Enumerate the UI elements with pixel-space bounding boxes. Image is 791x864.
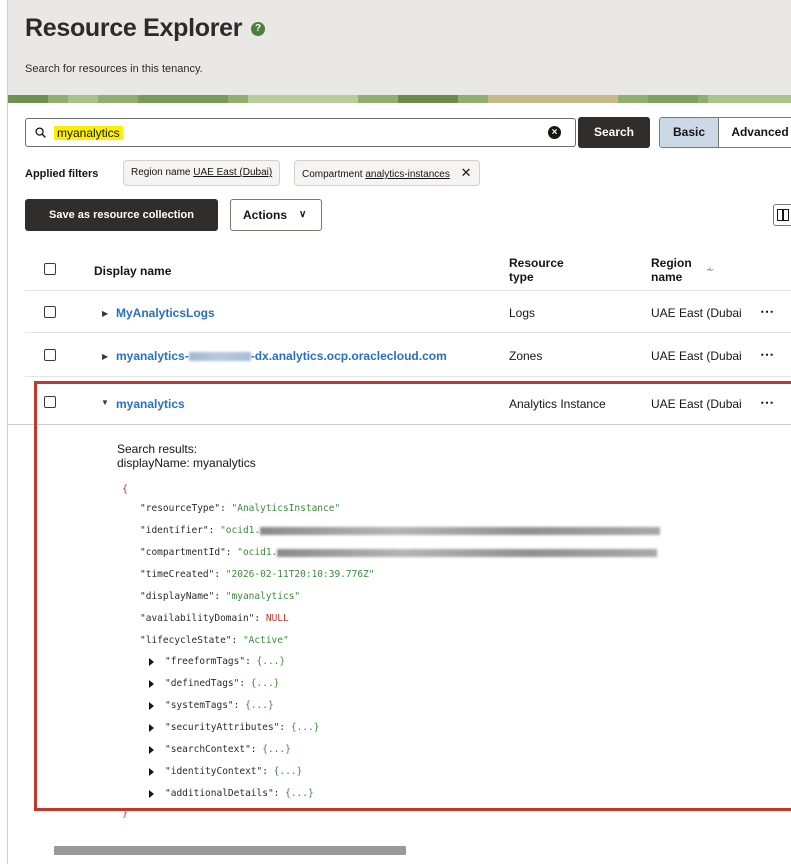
clear-icon[interactable]: × bbox=[548, 126, 561, 139]
search-results-title: Search results: bbox=[117, 442, 198, 456]
filter-chip-compartment[interactable]: Compartment analytics-instances ✕ bbox=[294, 160, 480, 186]
json-field: "displayName": "myanalytics" bbox=[140, 591, 301, 602]
search-results-display-name: displayName: myanalytics bbox=[117, 456, 256, 470]
region-cell: UAE East (Dubai bbox=[651, 349, 742, 363]
json-collapsed-field[interactable]: "definedTags": {...} bbox=[165, 678, 279, 689]
decorative-banner bbox=[8, 95, 791, 103]
filter-chip-region[interactable]: Region name UAE East (Dubai) bbox=[123, 160, 281, 186]
column-header-display-name[interactable]: Display name bbox=[94, 264, 171, 278]
expand-node-icon[interactable] bbox=[149, 658, 154, 666]
json-close-brace: } bbox=[122, 808, 129, 819]
chevron-down-icon: ∨ bbox=[299, 209, 307, 220]
filter-chip-value[interactable]: UAE East (Dubai) bbox=[193, 167, 272, 178]
json-field: "compartmentId": "ocid1. bbox=[140, 547, 658, 558]
json-collapsed-field[interactable]: "additionalDetails": {...} bbox=[165, 788, 314, 799]
expand-node-icon[interactable] bbox=[149, 768, 154, 776]
filter-sort-icon[interactable]: ⩪ bbox=[706, 265, 714, 276]
actions-label: Actions bbox=[243, 208, 288, 222]
page-subtitle: Search for resources in this tenancy. bbox=[25, 63, 203, 75]
search-icon bbox=[35, 127, 46, 138]
json-collapsed-field[interactable]: "freeformTags": {...} bbox=[165, 656, 285, 667]
columns-button[interactable] bbox=[773, 204, 791, 226]
resource-type-cell: Zones bbox=[509, 349, 543, 363]
search-query: myanalytics bbox=[54, 126, 123, 140]
expand-node-icon[interactable] bbox=[149, 702, 154, 710]
expand-node-icon[interactable] bbox=[149, 746, 154, 754]
resource-name-prefix: myanalytics- bbox=[116, 349, 189, 363]
select-all-checkbox[interactable] bbox=[44, 263, 56, 275]
expand-node-icon[interactable] bbox=[149, 680, 154, 688]
header-line: type bbox=[509, 270, 534, 284]
row-divider bbox=[25, 376, 791, 377]
row-divider bbox=[25, 332, 791, 333]
region-cell: UAE East (Dubai bbox=[651, 306, 742, 320]
json-field: "lifecycleState": "Active" bbox=[140, 635, 289, 646]
resource-type-cell: Logs bbox=[509, 306, 536, 320]
actions-menu-button[interactable]: Actions ∨ bbox=[230, 199, 322, 231]
filter-chip-key: Region name bbox=[131, 167, 191, 178]
save-resource-collection-button[interactable]: Save as resource collection bbox=[25, 199, 218, 231]
advanced-mode-button[interactable]: Advanced bbox=[720, 118, 791, 147]
header-line: name bbox=[651, 270, 683, 284]
row-actions-icon[interactable]: ⋯ bbox=[760, 346, 775, 363]
expand-row-icon[interactable]: ▶ bbox=[102, 352, 108, 361]
header-divider bbox=[25, 290, 791, 291]
columns-icon bbox=[777, 209, 789, 221]
search-button[interactable]: Search bbox=[578, 117, 650, 148]
filter-chip-value[interactable]: analytics-instances bbox=[365, 169, 449, 180]
column-header-resource-type[interactable]: Resource type bbox=[509, 256, 564, 284]
column-header-region-name[interactable]: Region name bbox=[651, 256, 692, 284]
row-checkbox[interactable] bbox=[44, 306, 56, 318]
row-actions-icon[interactable]: ⋯ bbox=[760, 303, 775, 320]
json-field: "resourceType": "AnalyticsInstance" bbox=[140, 503, 341, 514]
filter-chip-key: Compartment bbox=[302, 169, 363, 180]
applied-filters-label: Applied filters bbox=[25, 168, 99, 180]
page-header: Resource Explorer ? Search for resources… bbox=[8, 0, 791, 95]
remove-filter-icon[interactable]: ✕ bbox=[461, 161, 472, 185]
json-field: "availabilityDomain": NULL bbox=[140, 613, 289, 624]
search-mode-toggle: Basic Advanced bbox=[659, 117, 791, 148]
resource-explorer-page: Resource Explorer ? Search for resources… bbox=[7, 0, 791, 864]
help-circle-icon[interactable]: ? bbox=[251, 22, 265, 36]
page-title: Resource Explorer bbox=[25, 14, 243, 42]
header-line: Region bbox=[651, 256, 692, 270]
search-input[interactable]: myanalytics × bbox=[25, 118, 576, 147]
horizontal-scrollbar[interactable] bbox=[54, 846, 406, 855]
json-collapsed-field[interactable]: "searchContext": {...} bbox=[165, 744, 291, 755]
expand-node-icon[interactable] bbox=[149, 724, 154, 732]
row-checkbox[interactable] bbox=[44, 349, 56, 361]
resource-name-suffix: -dx.analytics.ocp.oraclecloud.com bbox=[250, 349, 447, 363]
redacted-text bbox=[188, 352, 251, 362]
json-collapsed-field[interactable]: "securityAttributes": {...} bbox=[165, 722, 319, 733]
json-collapsed-field[interactable]: "identityContext": {...} bbox=[165, 766, 302, 777]
json-collapsed-field[interactable]: "systemTags": {...} bbox=[165, 700, 274, 711]
resource-name-link[interactable]: MyAnalyticsLogs bbox=[116, 306, 215, 320]
basic-mode-button[interactable]: Basic bbox=[660, 118, 719, 147]
redacted-text bbox=[277, 548, 658, 557]
json-open-brace: { bbox=[122, 484, 129, 495]
header-line: Resource bbox=[509, 256, 564, 270]
expand-node-icon[interactable] bbox=[149, 790, 154, 798]
resource-name-link[interactable]: myanalytics- -dx.analytics.ocp.oracleclou… bbox=[116, 349, 447, 363]
json-field: "timeCreated": "2026-02-11T20:10:39.776Z… bbox=[140, 569, 375, 580]
redacted-text bbox=[260, 526, 661, 535]
expand-row-icon[interactable]: ▶ bbox=[102, 309, 108, 318]
json-field: "identifier": "ocid1. bbox=[140, 525, 661, 536]
